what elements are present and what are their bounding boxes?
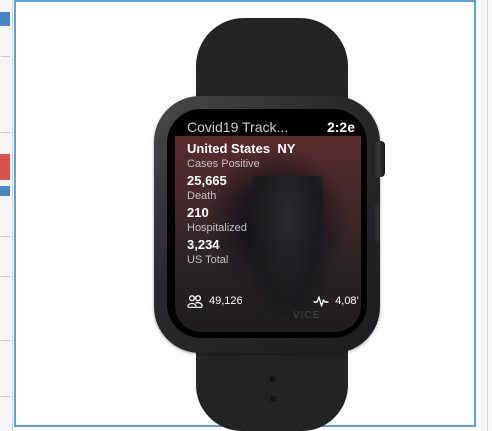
state-code: NY bbox=[277, 141, 296, 156]
app-title[interactable]: Covid19 Track... bbox=[187, 119, 288, 135]
people-value: 49,126 bbox=[209, 295, 243, 307]
death-value: 210 bbox=[187, 205, 209, 220]
watch-strap-bottom bbox=[196, 340, 348, 431]
people-stat: 49,126 bbox=[187, 294, 243, 308]
watch-screen: VICE Covid19 Track... 2:2е United States… bbox=[167, 109, 367, 338]
cases-positive-value: 25,665 bbox=[187, 173, 227, 188]
screenshot-canvas: VICE Covid19 Track... 2:2е United States… bbox=[0, 0, 492, 431]
side-button[interactable] bbox=[375, 203, 380, 241]
strip-divider bbox=[1, 132, 10, 133]
strip-blue-block bbox=[0, 186, 10, 196]
status-bar: Covid19 Track... 2:2е bbox=[187, 118, 355, 136]
cases-positive-label: Cases Positive bbox=[187, 158, 260, 170]
background-window-edge bbox=[0, 0, 13, 431]
strip-blue-block bbox=[0, 12, 10, 26]
death-label: Death bbox=[187, 190, 217, 202]
people-icon bbox=[187, 294, 203, 308]
stats-list: United States NY Cases Positive 25,665 D… bbox=[187, 141, 357, 268]
activity-stat: 4,08’ bbox=[313, 295, 359, 307]
us-total-row: 49,126 4,08’ bbox=[187, 292, 359, 310]
strip-divider bbox=[1, 236, 10, 237]
strap-hole bbox=[270, 396, 276, 402]
strip-divider bbox=[1, 340, 10, 341]
hospitalized-value: 3,234 bbox=[187, 237, 220, 252]
activity-value: 4,08’ bbox=[335, 295, 359, 307]
digital-crown[interactable] bbox=[372, 141, 385, 177]
watch-strap-top bbox=[196, 18, 348, 104]
hospitalized-label: Hospitalized bbox=[187, 222, 247, 234]
country-name: United States bbox=[187, 141, 271, 156]
strip-red-block bbox=[0, 154, 10, 180]
strap-hole bbox=[270, 376, 276, 382]
strip-divider bbox=[1, 56, 10, 57]
scrollbar-gutter[interactable] bbox=[480, 0, 492, 431]
pulse-icon bbox=[313, 295, 329, 307]
us-total-label: US Total bbox=[187, 254, 229, 266]
location-header: United States NY bbox=[187, 141, 357, 157]
strip-divider bbox=[1, 276, 10, 277]
clock-time: 2:2е bbox=[326, 119, 355, 135]
strip-divider bbox=[1, 396, 10, 397]
scrollbar-track bbox=[487, 0, 488, 431]
photo-decor-text: VICE bbox=[293, 310, 321, 321]
